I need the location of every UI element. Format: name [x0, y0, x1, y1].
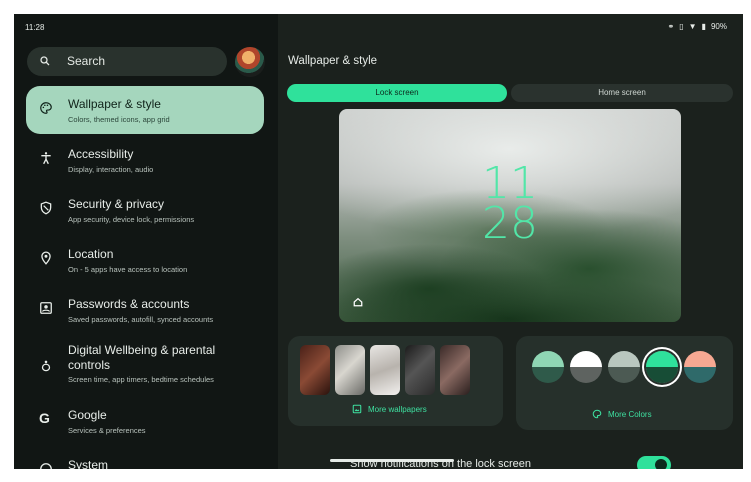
palette-icon	[592, 409, 602, 419]
settings-sidebar: 11:28 Search Wallpaper & style Colors, t…	[14, 14, 278, 469]
accessibility-icon	[41, 152, 51, 165]
sidebar-item-subtitle: App security, device lock, permissions	[68, 215, 195, 224]
more-colors-label: More Colors	[608, 410, 652, 419]
clock-minute: 28	[482, 198, 538, 249]
sidebar-item-accessibility[interactable]: Accessibility Display, interaction, audi…	[26, 136, 264, 184]
preview-clock: 11 28	[339, 162, 681, 249]
palette-icon	[40, 102, 52, 114]
sidebar-item-subtitle: Display, interaction, audio	[68, 165, 154, 174]
lock-notifications-toggle[interactable]	[637, 456, 671, 469]
more-wallpapers-link[interactable]: More wallpapers	[352, 404, 427, 414]
color-swatch[interactable]	[684, 351, 716, 383]
color-swatch[interactable]	[608, 351, 640, 383]
wallpaper-thumbnail[interactable]	[405, 345, 435, 395]
sidebar-item-title: Digital Wellbeing & parental controls	[68, 343, 216, 372]
sidebar-item-subtitle: Services & preferences	[68, 426, 146, 435]
tab-lock-screen[interactable]: Lock screen	[287, 84, 507, 102]
more-wallpapers-label: More wallpapers	[368, 405, 427, 414]
sidebar-item-digital-wellbeing[interactable]: Digital Wellbeing & parental controls Sc…	[26, 338, 264, 394]
wallpaper-icon	[352, 404, 362, 414]
color-swatch[interactable]	[570, 351, 602, 383]
page-title: Wallpaper & style	[288, 55, 378, 67]
vibrate-icon: ▯	[679, 22, 684, 31]
sidebar-item-title: Accessibility	[68, 147, 134, 161]
link-icon: ⚭	[667, 22, 675, 31]
shield-icon	[40, 201, 52, 215]
wallpapers-panel: More wallpapers	[288, 336, 503, 426]
sidebar-item-title: Passwords & accounts	[68, 297, 190, 311]
sidebar-item-subtitle: Colors, themed icons, app grid	[68, 115, 170, 124]
sidebar-item-title: Wallpaper & style	[68, 97, 161, 111]
wallpaper-thumbnail[interactable]	[370, 345, 400, 395]
home-icon	[353, 297, 363, 307]
color-swatch[interactable]	[532, 351, 564, 383]
wallpaper-thumbnail[interactable]	[335, 345, 365, 395]
sidebar-item-google[interactable]: G Google Services & preferences	[26, 397, 264, 445]
status-time: 11:28	[25, 23, 45, 32]
wifi-icon: ▼	[688, 22, 697, 31]
wallpaper-style-page: ⚭ ▯ ▼ ▮ 90% Wallpaper & style Lock scree…	[278, 14, 743, 469]
tab-home-screen[interactable]: Home screen	[511, 84, 733, 102]
sidebar-item-passwords-accounts[interactable]: Passwords & accounts Saved passwords, au…	[26, 286, 264, 334]
sidebar-item-system[interactable]: System	[26, 447, 264, 469]
search-bar[interactable]: Search	[27, 47, 227, 76]
lock-screen-preview[interactable]: 11 28	[339, 109, 681, 322]
info-icon	[40, 463, 52, 469]
sidebar-item-title: Security & privacy	[68, 197, 165, 211]
wellbeing-icon	[41, 360, 51, 372]
toggle-knob	[655, 459, 667, 469]
status-bar-icons: ⚭ ▯ ▼ ▮ 90%	[668, 22, 727, 31]
sidebar-item-title: Location	[68, 247, 114, 261]
sidebar-item-wallpaper-style[interactable]: Wallpaper & style Colors, themed icons, …	[26, 86, 264, 134]
battery-icon: ▮	[701, 22, 706, 31]
google-icon: G	[39, 410, 50, 426]
avatar[interactable]	[235, 47, 265, 77]
sidebar-item-security-privacy[interactable]: Security & privacy App security, device …	[26, 186, 264, 234]
search-icon	[40, 56, 50, 66]
search-label: Search	[67, 54, 106, 68]
sidebar-item-location[interactable]: Location On - 5 apps have access to loca…	[26, 236, 264, 284]
colors-panel: More Colors	[516, 336, 733, 430]
sidebar-item-title: Google	[68, 408, 107, 422]
battery-percent: 90%	[710, 22, 727, 31]
color-swatch-selected[interactable]	[646, 351, 678, 383]
sidebar-item-subtitle: Saved passwords, autofill, synced accoun…	[68, 315, 214, 324]
tablet-screen: 11:28 Search Wallpaper & style Colors, t…	[14, 14, 743, 469]
more-colors-link[interactable]: More Colors	[592, 409, 652, 419]
account-box-icon	[40, 302, 52, 314]
sidebar-item-subtitle: On - 5 apps have access to location	[68, 265, 188, 274]
wallpaper-thumbnail[interactable]	[440, 345, 470, 395]
sidebar-item-subtitle: Screen time, app timers, bedtime schedul…	[68, 375, 214, 384]
sidebar-item-title: System	[68, 458, 109, 469]
gesture-nav-bar[interactable]	[330, 459, 454, 462]
wallpaper-thumbnail[interactable]	[300, 345, 330, 395]
location-pin-icon	[41, 251, 51, 265]
